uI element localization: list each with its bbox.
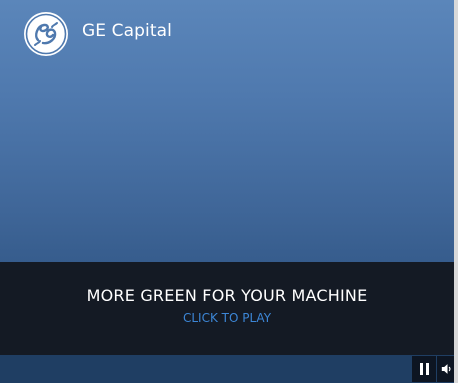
brand-header: GE Capital bbox=[22, 9, 172, 59]
control-bar bbox=[0, 355, 454, 383]
ad-headline: MORE GREEN FOR YOUR MACHINE bbox=[86, 286, 368, 305]
video-ad-player[interactable]: GE Capital MORE GREEN FOR YOUR MACHINE C… bbox=[0, 0, 454, 383]
caption-band bbox=[0, 262, 454, 355]
pause-button[interactable] bbox=[412, 356, 436, 382]
speaker-icon bbox=[441, 364, 451, 374]
volume-button[interactable] bbox=[437, 356, 454, 382]
page-edge bbox=[454, 0, 458, 383]
click-to-play-link[interactable]: CLICK TO PLAY bbox=[0, 311, 454, 325]
brand-name: GE Capital bbox=[82, 21, 172, 41]
ge-monogram-logo-icon bbox=[24, 12, 68, 56]
pause-icon bbox=[419, 363, 429, 375]
